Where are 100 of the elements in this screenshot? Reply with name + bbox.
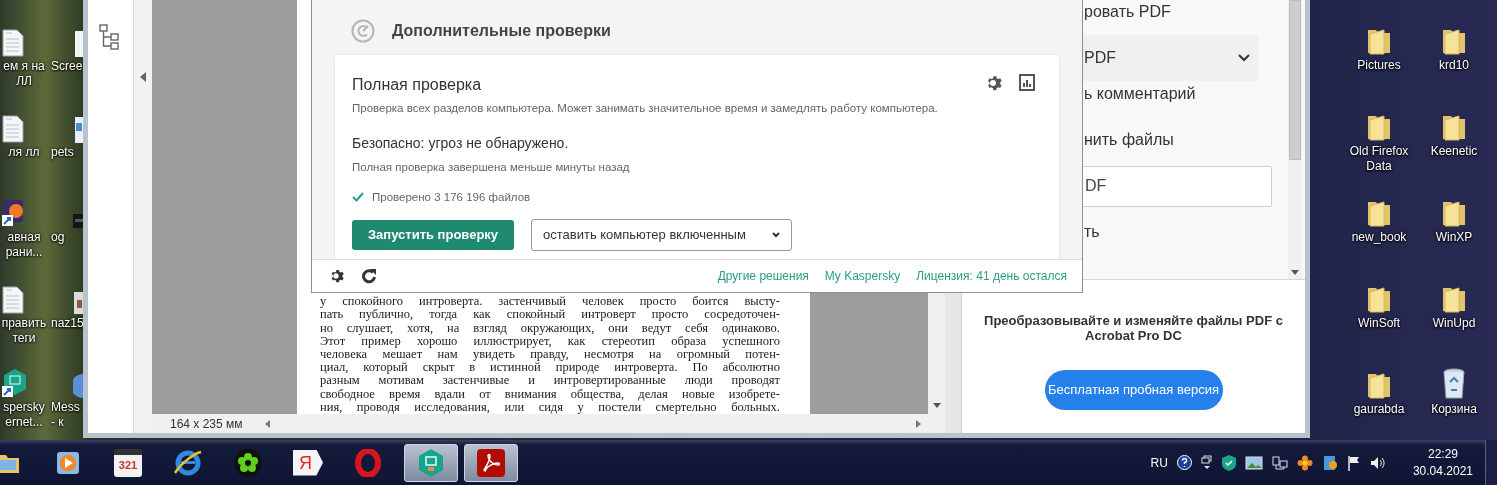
flag-icon[interactable] [1346, 454, 1361, 471]
speaker-icon[interactable] [1369, 455, 1386, 470]
after-scan-dropdown[interactable]: оставить компьютер включенным [531, 218, 792, 251]
files-checked-text: Проверено 3 176 196 файлов [372, 189, 531, 205]
media-classic-icon: 321 [114, 448, 142, 477]
footer-link[interactable]: My Kaspersky [824, 267, 901, 285]
folder-icon[interactable] [1441, 284, 1467, 314]
desktop-icon-label: Old Firefox Data [1348, 144, 1410, 174]
scroll-down-arrow-icon[interactable] [1291, 270, 1299, 275]
free-trial-button[interactable]: Бесплатная пробная версия [1044, 370, 1223, 410]
desktop-icon-label: Scree [51, 59, 83, 74]
card-description: Проверка всех разделов компьютера. Может занимать значительное время и замедлять работу компьютера. [352, 101, 939, 116]
folder-icon[interactable] [1441, 26, 1467, 56]
taskbar-app-button[interactable] [464, 443, 518, 482]
page-text-line: свободное время вдали от внимания общества, делая новые изобрете- [320, 387, 780, 401]
caret-icon [772, 231, 780, 238]
footer-link[interactable]: Лицензия: 41 день остался [916, 267, 1067, 285]
desktop-icon-label: Keenetic [1429, 144, 1479, 159]
shield-app-icon [417, 447, 445, 478]
clock[interactable]: 22:29 30.04.2021 [1412, 445, 1473, 480]
scroll-right-arrow-icon[interactable] [915, 419, 921, 428]
desktop-icon-label: Pictures [1356, 58, 1402, 73]
desktop-icon-label: ем я на ЛЛ [2, 59, 46, 89]
report-icon[interactable] [1019, 74, 1035, 91]
desktop-icon-label: naz15 [51, 316, 83, 331]
page-text-line: Этот пример хорошо иллюстрирует, как стереотип образа успешного [320, 334, 780, 348]
desktop-icon-label: ля лл [7, 145, 41, 160]
clock-time: 22:29 [1427, 445, 1458, 463]
folder-icon[interactable] [1441, 198, 1467, 228]
document-icon[interactable] [2, 286, 24, 314]
refresh-icon[interactable] [361, 268, 377, 284]
desktop-icon-label: gaurabda [1352, 402, 1406, 417]
browser-shortcut-icon[interactable] [2, 198, 24, 228]
show-desktop-button[interactable] [1485, 440, 1497, 485]
page-text-line: циал, который скрыт в истинной природе интроверта. По абсолютно [320, 361, 780, 375]
play-icon [55, 449, 81, 476]
document-icon[interactable] [2, 29, 24, 57]
desktop-icon-label: WinXP [1434, 230, 1474, 245]
taskbar-app-button[interactable] [404, 443, 458, 482]
section-title: Дополнительные проверки [392, 21, 611, 41]
desktop-icon-label: spersky ernet... [2, 400, 46, 430]
run-scan-button[interactable]: Запустить проверку [352, 219, 514, 250]
taskbar-app-button[interactable]: 321 [98, 443, 158, 482]
desktop-icon-label: pets [51, 145, 75, 160]
desktop-icon-label: авная рани... [4, 230, 44, 260]
flower-icon[interactable] [1296, 454, 1313, 471]
desktop-icon-label: WinUpd [1431, 316, 1477, 331]
windows-icon[interactable] [1200, 454, 1213, 471]
scroll-down-arrow-icon[interactable] [932, 403, 941, 408]
page-text-line: разным мотивам застенчивые и интровертированные люди проводят [320, 374, 780, 388]
clock-date: 30.04.2021 [1412, 462, 1473, 480]
desktop-icon-label: krd10 [1438, 58, 1470, 73]
image-file-icon[interactable] [75, 117, 83, 143]
desktop-icon-label: new_book [1350, 230, 1408, 245]
recycle-bin-icon[interactable] [1442, 368, 1466, 400]
folder-icon[interactable] [1366, 26, 1392, 56]
app-icon[interactable] [1321, 454, 1338, 471]
video-file-icon[interactable] [73, 214, 83, 228]
scrollbar-thumb[interactable] [1289, 0, 1301, 160]
folder-icon[interactable] [1441, 112, 1467, 142]
help-icon[interactable] [1176, 455, 1192, 470]
promo-text: Преобразовывайте и изменяйте файлы PDF с Acrobat Pro DC [983, 313, 1284, 343]
pdf-app-icon [477, 448, 505, 477]
page-text-line: у спокойного интроверта. застенчивый человек просто боится высту- [320, 295, 780, 309]
flower-icon [234, 448, 262, 477]
folder-icon[interactable] [1366, 198, 1392, 228]
check-icon [352, 192, 364, 203]
scan-icon [351, 19, 375, 43]
desktop-icon-label: Mess - к [51, 400, 81, 430]
desktop-icon-label: WinSoft [1357, 316, 1401, 331]
page-text-line: пать публично, тогда как спокойный интроверт просто сосредоточен- [320, 308, 780, 322]
shield-icon[interactable] [1221, 454, 1236, 471]
folder-icon[interactable] [1366, 370, 1392, 400]
folder-icon[interactable] [1366, 112, 1392, 142]
footer-link[interactable]: Другие решения [717, 267, 809, 285]
page-size-label: 164 x 235 мм [170, 415, 243, 433]
document-icon[interactable] [2, 115, 24, 143]
tool-dropdown-label: PDF [1084, 48, 1117, 68]
desktop-icon-label: править теги [0, 316, 48, 346]
opera-icon [354, 448, 382, 477]
desktop-icon-label: og [51, 230, 66, 245]
folder-icon[interactable] [1366, 284, 1392, 314]
image-icon[interactable] [1244, 455, 1263, 470]
page-text-line: но слушает, хотя, на взгляд окружающих, они ведут себя одинаково. [320, 321, 780, 335]
chevron-down-icon [1238, 54, 1250, 62]
network-icon[interactable] [1271, 454, 1288, 471]
shortcut-icon[interactable] [2, 368, 28, 398]
panel-scrollbar[interactable] [1288, 0, 1302, 279]
scan-finished-text: Полная проверка завершена меньше минуты назад [352, 160, 631, 176]
page-text-line: ния, проводя исследования, или сидя у постели смертельно больных. [320, 400, 780, 414]
scan-status: Безопасно: угроз не обнаружено. [352, 134, 570, 154]
collapse-arrow-icon[interactable] [140, 72, 146, 82]
archive-icon[interactable] [74, 292, 83, 314]
page-text-line: человека мешает нам увидеть правду, несмотря на огромный потен- [320, 348, 780, 362]
globe-icon [173, 448, 203, 477]
language-indicator[interactable]: RU [1150, 453, 1168, 472]
yandex-icon: Я [293, 449, 323, 476]
taskbar-app-button[interactable]: Я [278, 443, 338, 482]
card-title: Полная проверка [352, 75, 483, 95]
scroll-left-arrow-icon[interactable] [264, 419, 270, 428]
